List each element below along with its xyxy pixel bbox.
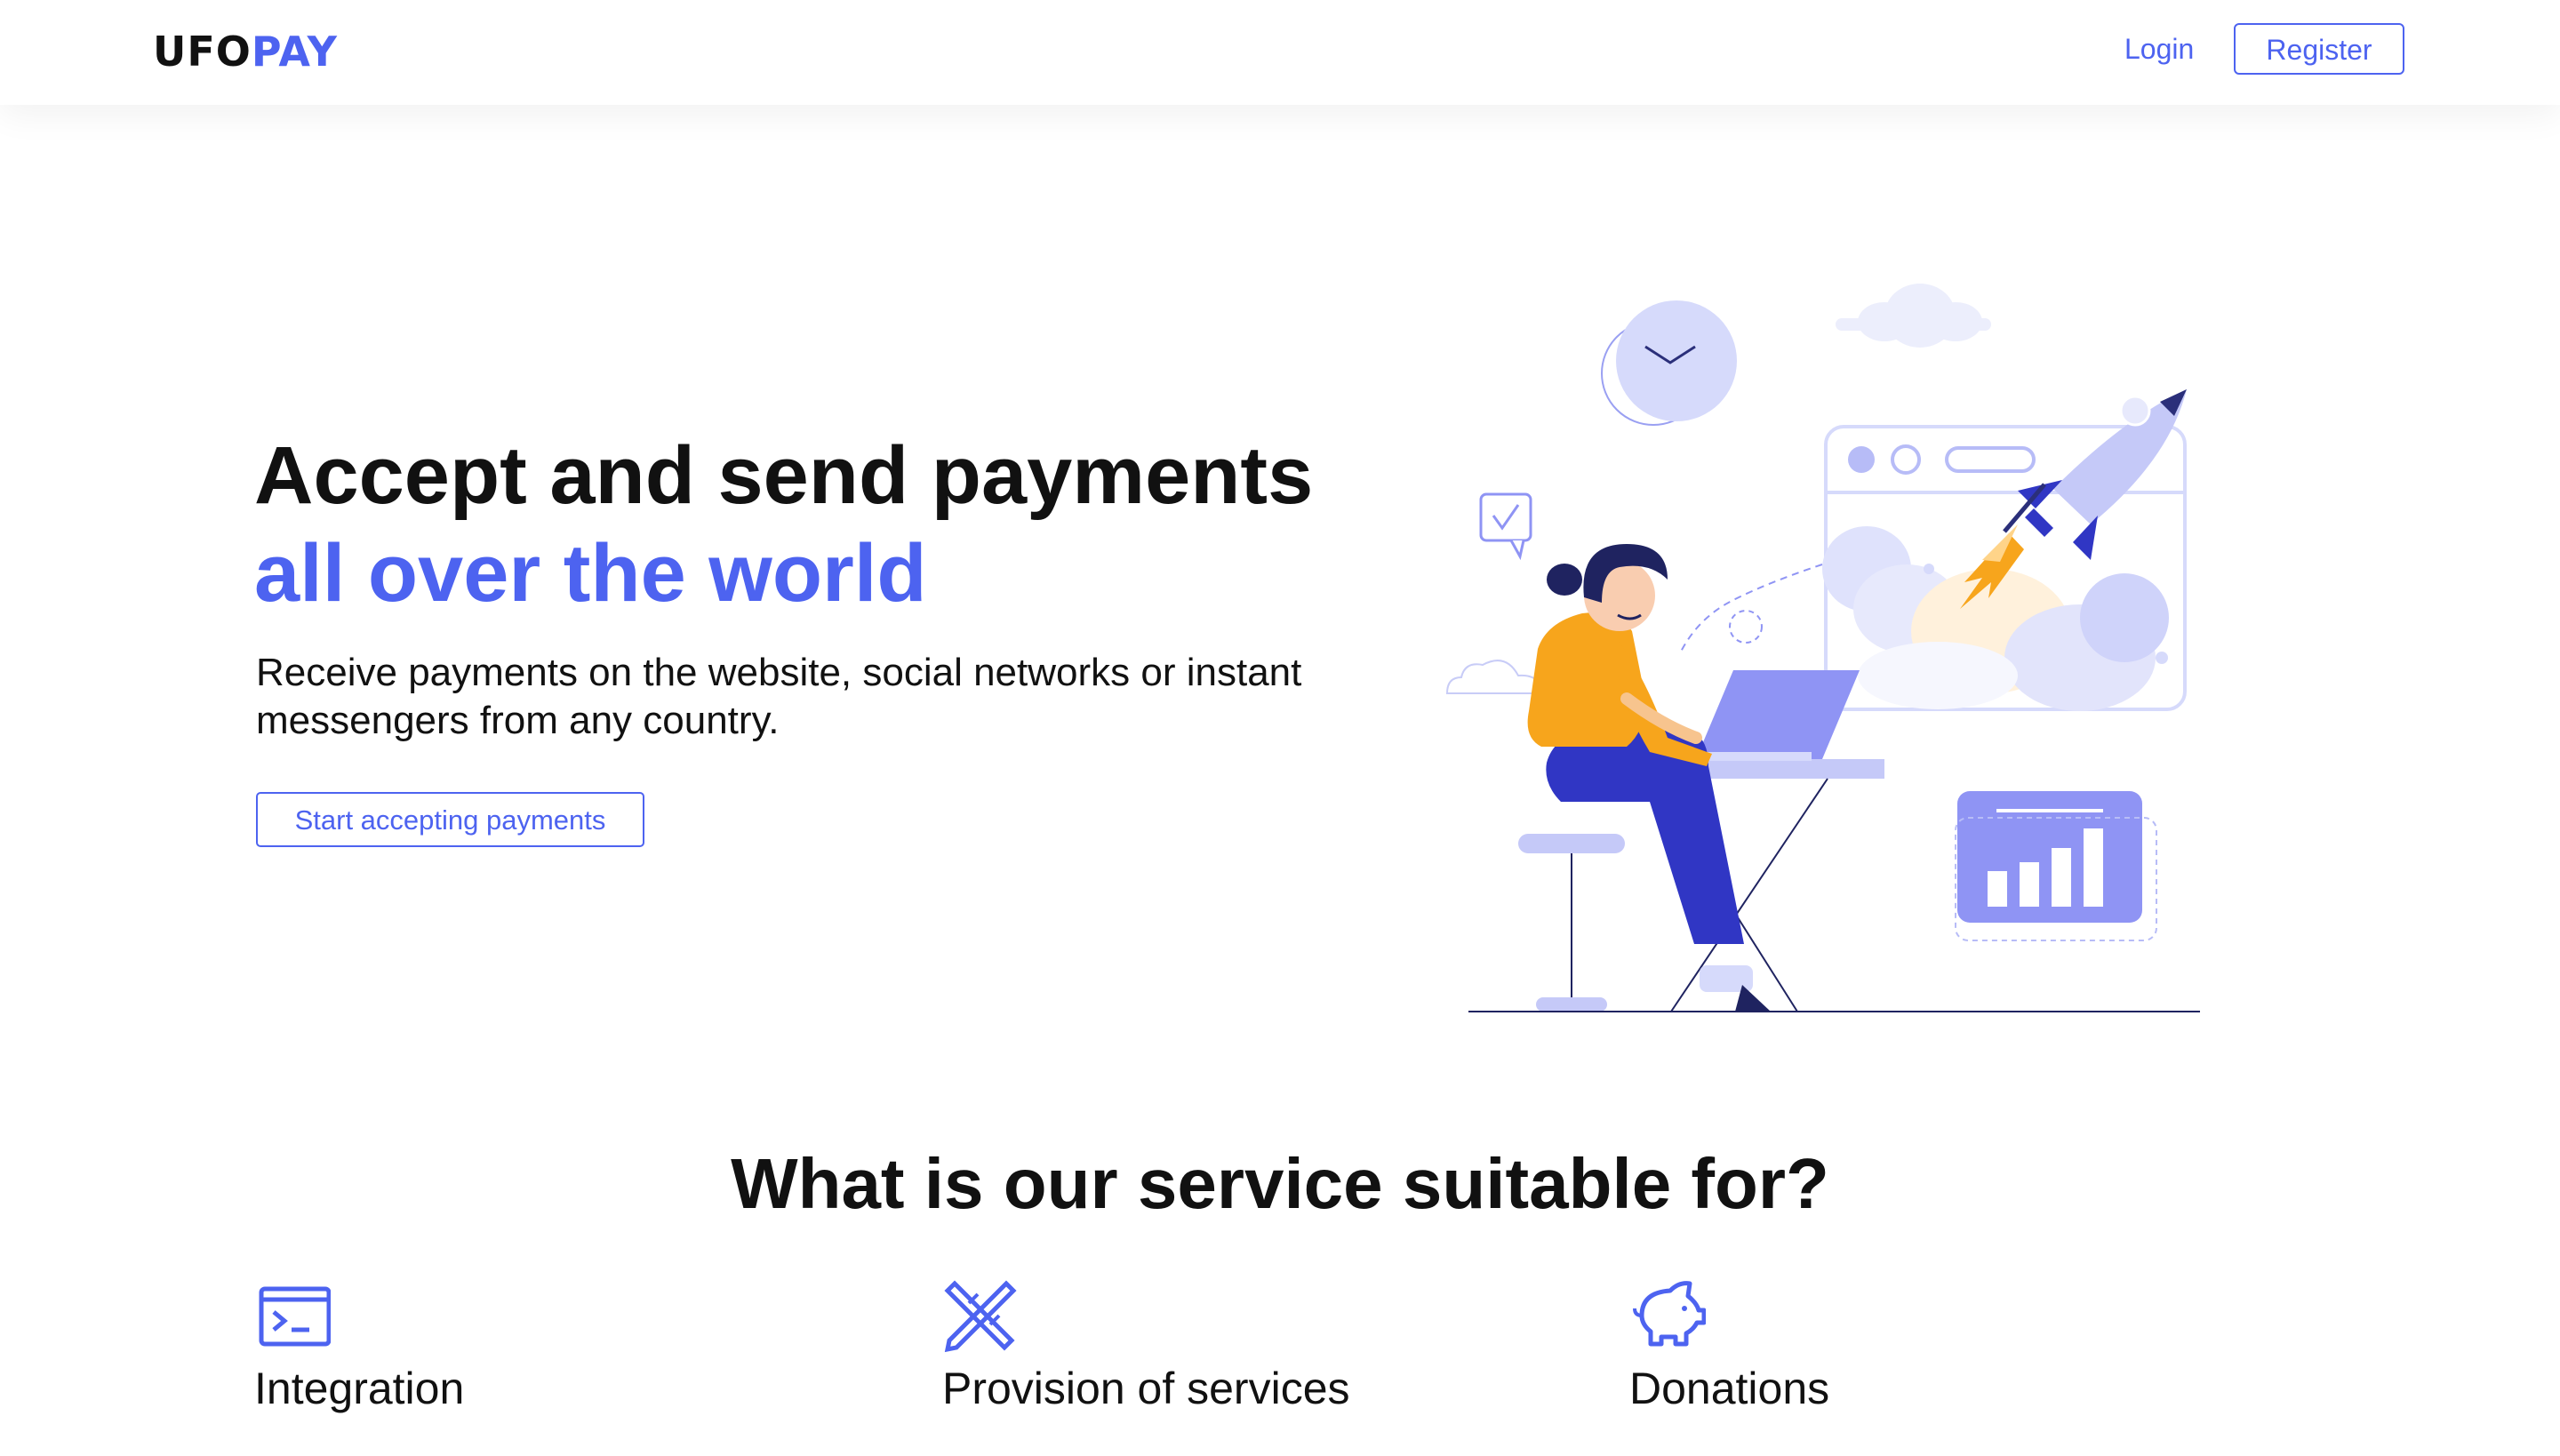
cloud-top xyxy=(1836,284,1991,348)
logo-text-pay: PAY xyxy=(251,28,338,76)
feature-label: Provision of services xyxy=(942,1364,1350,1413)
hero-title: Accept and send payments xyxy=(254,430,1314,521)
laptop-icon xyxy=(1696,670,1860,759)
hero-subtitle: Receive payments on the website, social … xyxy=(256,651,1302,742)
register-button[interactable]: Register xyxy=(2234,23,2404,75)
login-link[interactable]: Login xyxy=(2124,27,2194,71)
clock-icon xyxy=(1616,300,1737,421)
hero-title-accent: all over the world xyxy=(254,528,927,619)
hero-illustration xyxy=(1445,284,2200,1012)
logo-text-ufo: UFO xyxy=(153,28,252,76)
ufopay-logo[interactable]: UFOPAY xyxy=(153,25,338,78)
start-accepting-payments-button[interactable]: Start accepting payments xyxy=(256,792,644,847)
feature-label: Integration xyxy=(254,1364,465,1413)
terminal-icon xyxy=(259,1286,331,1347)
chat-check-icon xyxy=(1479,492,1532,542)
features-section-title: What is our service suitable for? xyxy=(731,1144,1829,1223)
tools-icon xyxy=(944,1280,1017,1353)
cloud-left xyxy=(1445,660,1547,694)
stool xyxy=(1518,834,1625,853)
piggy-bank-icon xyxy=(1633,1281,1706,1347)
feature-label: Donations xyxy=(1629,1364,1830,1413)
top-navbar: UFOPAY Login Register xyxy=(0,0,2560,105)
